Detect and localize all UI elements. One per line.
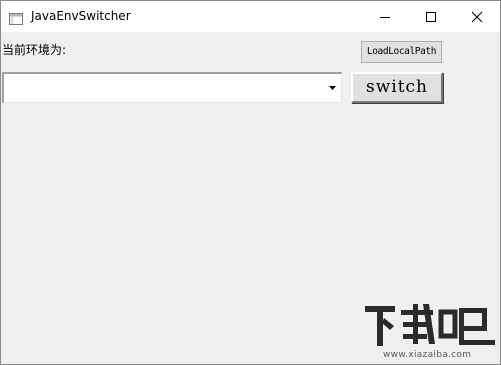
watermark-logo: www.xiazaiba.com <box>361 302 501 364</box>
minimize-button[interactable] <box>362 1 408 32</box>
load-local-path-button[interactable]: LoadLocalPath <box>361 41 442 63</box>
xiazaiba-logo-icon <box>365 304 495 346</box>
close-button[interactable] <box>454 1 500 32</box>
window-title: JavaEnvSwitcher <box>31 9 131 23</box>
client-area: 当前环境为: LoadLocalPath switch www.xiazaiba… <box>1 32 500 364</box>
maximize-button[interactable] <box>408 1 454 32</box>
title-bar[interactable]: JavaEnvSwitcher <box>1 1 500 32</box>
app-window-icon <box>9 10 23 25</box>
app-window: JavaEnvSwitcher 当前环境为: LoadLocalPath swi… <box>0 0 501 365</box>
minimize-icon <box>380 17 390 18</box>
env-select-dropdown[interactable] <box>2 72 342 103</box>
close-icon <box>471 11 483 23</box>
watermark-url: www.xiazaiba.com <box>383 350 472 360</box>
dropdown-arrow-icon[interactable] <box>325 78 340 98</box>
current-env-label: 当前环境为: <box>2 43 67 57</box>
switch-button[interactable]: switch <box>351 72 443 103</box>
maximize-icon <box>426 12 436 22</box>
